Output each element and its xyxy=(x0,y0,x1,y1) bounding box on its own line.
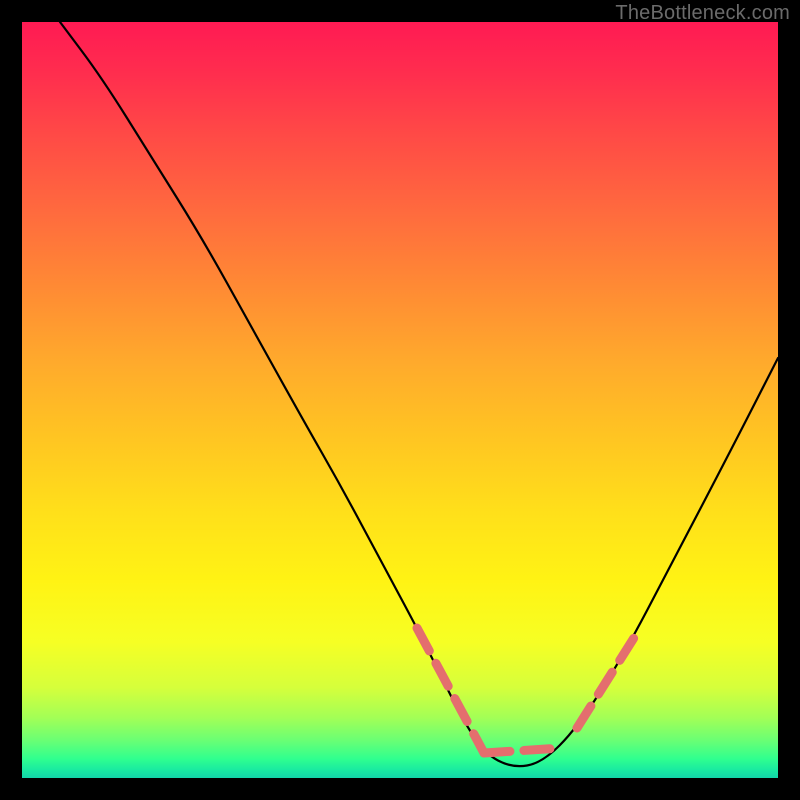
dashed-overlay-1 xyxy=(484,748,562,753)
chart-frame: TheBottleneck.com xyxy=(0,0,800,800)
bottleneck-curve xyxy=(60,22,778,766)
curve-layer xyxy=(22,22,778,778)
plot-area xyxy=(22,22,778,778)
dashed-overlay-0 xyxy=(417,628,484,753)
dashed-overlay-2 xyxy=(577,633,637,728)
watermark-text: TheBottleneck.com xyxy=(615,2,790,25)
